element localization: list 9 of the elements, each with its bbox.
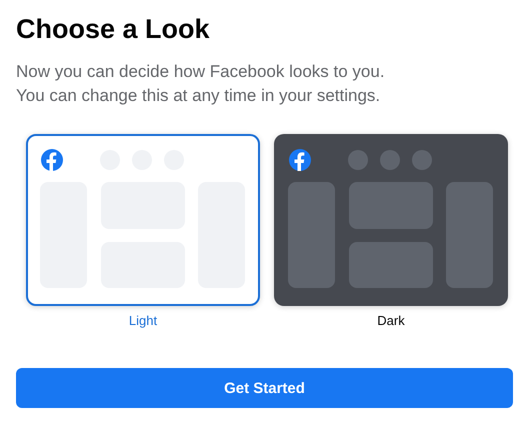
- theme-option[interactable]: [26, 134, 260, 306]
- logo-icon: [41, 149, 63, 171]
- subtitle-text: Now you can decide how Facebook looks to you.: [16, 61, 385, 83]
- page-title: Choose a Look: [16, 13, 210, 46]
- theme-label: Light: [128, 313, 158, 328]
- get-started-button[interactable]: Get Started: [16, 368, 513, 408]
- theme-label: Dark: [376, 313, 406, 328]
- logo-icon: [289, 149, 311, 171]
- subtitle-text: You can change this at any time in your settings.: [16, 85, 380, 107]
